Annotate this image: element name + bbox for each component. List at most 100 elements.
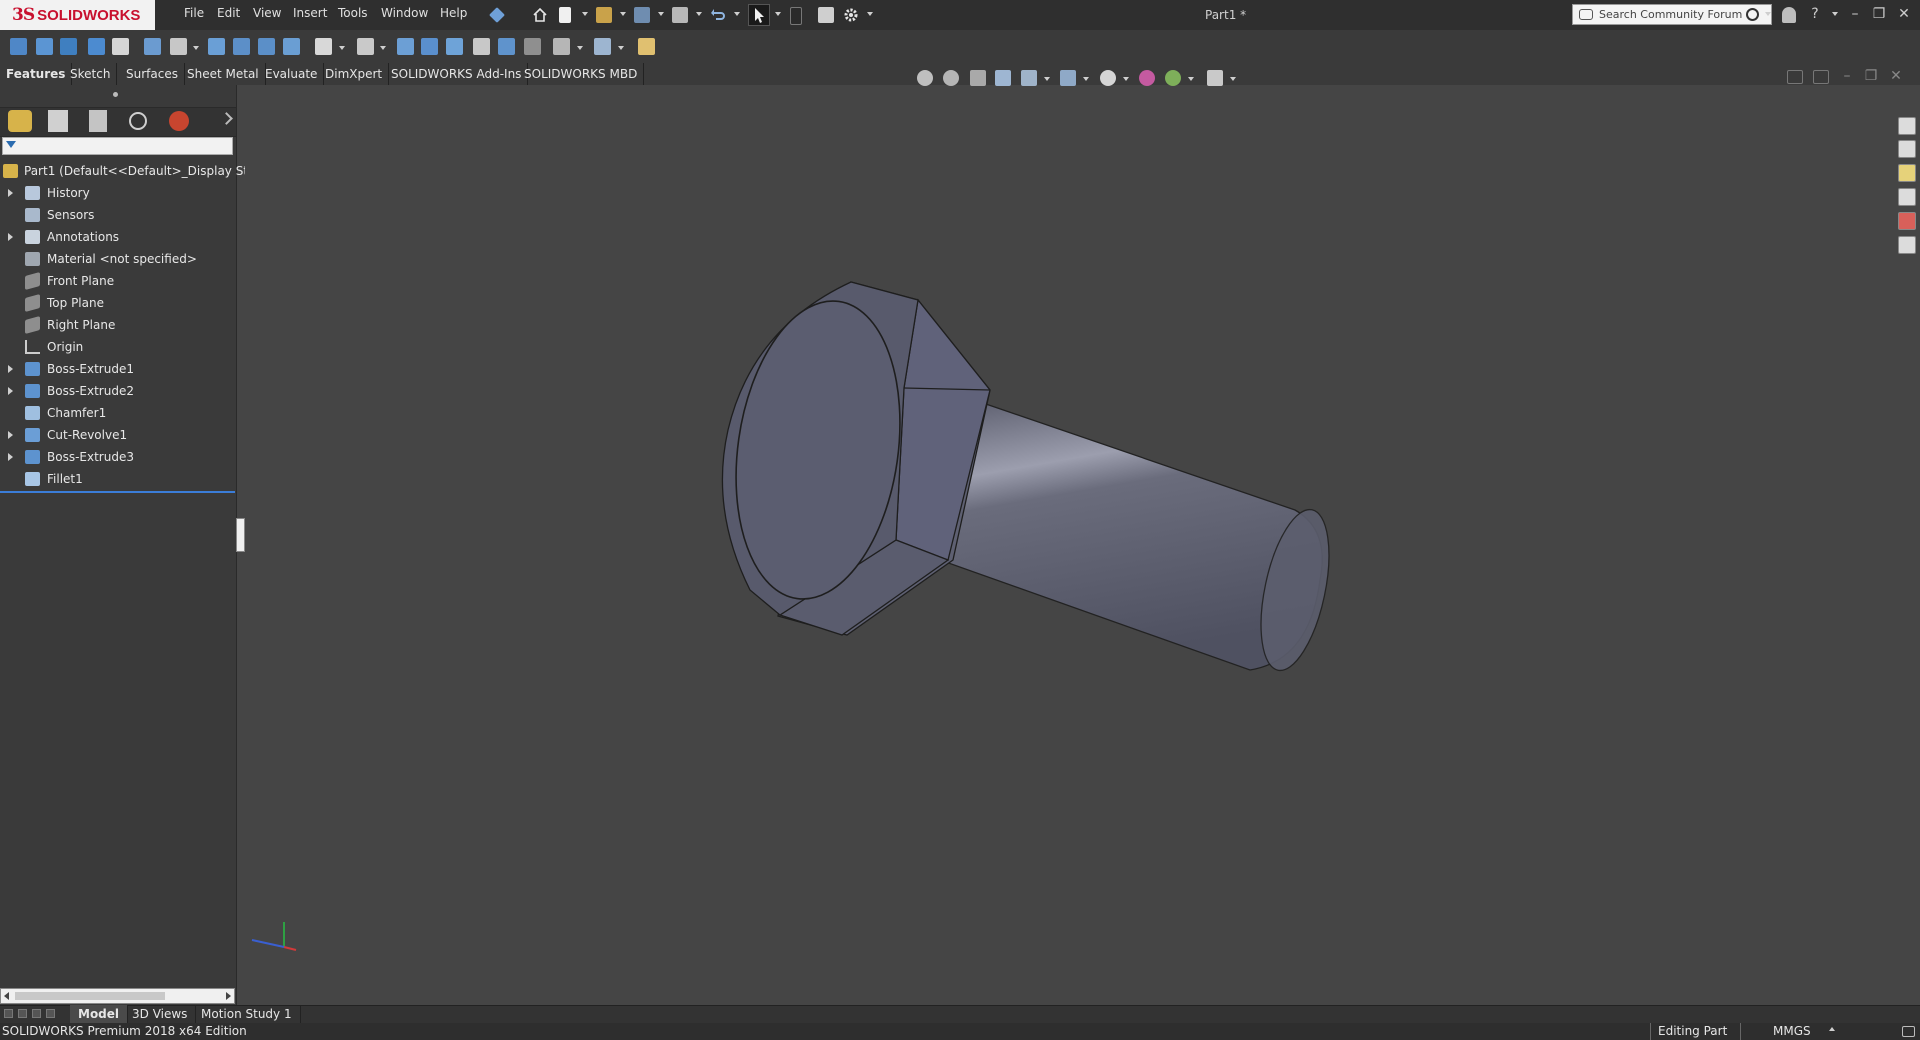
tab-solidworks-mbd[interactable]: SOLIDWORKS MBD — [518, 63, 645, 85]
swept-cut-icon[interactable] — [233, 38, 250, 55]
scroll-left-icon[interactable] — [4, 992, 9, 1000]
search-community-forum[interactable]: Search Community Forum — [1572, 4, 1772, 25]
shell-icon[interactable] — [498, 38, 515, 55]
display-style-dropdown-icon[interactable] — [1083, 77, 1089, 81]
status-units[interactable]: MMGS — [1773, 1023, 1811, 1040]
tree-item-right-plane[interactable]: Right Plane — [0, 314, 236, 336]
reference-geometry-icon[interactable] — [553, 38, 570, 55]
view-orientation-dropdown-icon[interactable] — [1044, 77, 1050, 81]
help-icon[interactable]: ? — [1806, 6, 1824, 22]
scene-dropdown-icon[interactable] — [1188, 77, 1194, 81]
open-dropdown-icon[interactable] — [620, 12, 626, 16]
file-explorer-icon[interactable] — [1898, 164, 1916, 182]
help-dropdown-icon[interactable] — [1832, 12, 1838, 16]
feature-tree-filter[interactable] — [2, 137, 233, 155]
print-dropdown-icon[interactable] — [696, 12, 702, 16]
tree-item-chamfer1[interactable]: Chamfer1 — [0, 402, 236, 424]
expand-arrow-icon[interactable] — [8, 233, 13, 241]
hide-show-items-icon[interactable] — [1100, 70, 1116, 86]
tab-evaluate[interactable]: Evaluate — [259, 63, 325, 85]
property-manager-tab-icon[interactable] — [48, 110, 68, 132]
expand-arrow-icon[interactable] — [8, 365, 13, 373]
expand-arrow-icon[interactable] — [8, 431, 13, 439]
search-input[interactable]: Search Community Forum — [1599, 8, 1746, 21]
viewport-restore-icon[interactable]: ❐ — [1862, 68, 1880, 84]
panel-horizontal-scrollbar[interactable] — [0, 988, 235, 1004]
view-settings-dropdown-icon[interactable] — [1230, 77, 1236, 81]
apply-scene-icon[interactable] — [1165, 70, 1181, 86]
tab-sheet-metal[interactable]: Sheet Metal — [181, 63, 266, 85]
tree-item-history[interactable]: History — [0, 182, 236, 204]
rebuild-traffic-light-icon[interactable] — [790, 7, 802, 25]
tab-features[interactable]: Features — [0, 63, 73, 85]
linear-pattern-icon[interactable] — [357, 38, 374, 55]
minimize-icon[interactable]: – — [1846, 6, 1864, 22]
display-style-icon[interactable] — [1060, 70, 1076, 86]
tree-root-part[interactable]: Part1 (Default<<Default>_Display State — [0, 160, 268, 182]
home-icon[interactable] — [532, 7, 548, 23]
file-properties-icon[interactable] — [818, 7, 834, 23]
view-settings-icon[interactable] — [1207, 70, 1223, 86]
curves-dropdown-icon[interactable] — [618, 46, 624, 50]
menu-insert[interactable]: Insert — [293, 6, 327, 24]
options-gear-icon[interactable] — [843, 7, 859, 23]
tab-sketch[interactable]: Sketch — [64, 63, 118, 85]
tree-item-sensors[interactable]: Sensors — [0, 204, 236, 226]
tab-nav-prev-icon[interactable] — [18, 1009, 27, 1018]
revolved-cut-icon[interactable] — [208, 38, 225, 55]
tree-item-boss-extrude1[interactable]: Boss-Extrude1 — [0, 358, 236, 380]
tree-item-boss-extrude3[interactable]: Boss-Extrude3 — [0, 446, 236, 468]
viewport-close-icon[interactable]: ✕ — [1887, 68, 1905, 84]
view-orientation-icon[interactable] — [1021, 70, 1037, 86]
menu-tools[interactable]: Tools — [338, 6, 368, 24]
options-dropdown-icon[interactable] — [867, 12, 873, 16]
boundary-boss-icon[interactable] — [112, 38, 129, 55]
open-folder-icon[interactable] — [596, 7, 612, 23]
fillet-dropdown-icon[interactable] — [339, 46, 345, 50]
tree-item-cut-revolve1[interactable]: Cut-Revolve1 — [0, 424, 236, 446]
viewport-split-icon[interactable] — [1813, 70, 1829, 84]
extruded-cut-icon[interactable] — [144, 38, 161, 55]
tree-item-top-plane[interactable]: Top Plane — [0, 292, 236, 314]
menu-window[interactable]: Window — [381, 6, 428, 24]
panel-collapse-handle[interactable] — [236, 518, 245, 552]
tree-item-material[interactable]: Material <not specified> — [0, 248, 236, 270]
zoom-to-fit-icon[interactable] — [917, 70, 933, 86]
feature-manager-tab-icon[interactable] — [8, 110, 32, 132]
panel-splitter-handle[interactable] — [113, 92, 118, 97]
hide-show-dropdown-icon[interactable] — [1123, 77, 1129, 81]
new-document-icon[interactable] — [559, 7, 571, 23]
edit-appearance-icon[interactable] — [1139, 70, 1155, 86]
fillet-icon[interactable] — [315, 38, 332, 55]
tab-3d-views[interactable]: 3D Views — [124, 1005, 197, 1023]
appearances-scenes-icon[interactable] — [1898, 212, 1916, 230]
status-chat-icon[interactable] — [1902, 1026, 1915, 1037]
intersect-icon[interactable] — [473, 38, 490, 55]
reference-dropdown-icon[interactable] — [577, 46, 583, 50]
menu-help[interactable]: Help — [440, 6, 467, 24]
select-tool-button[interactable] — [748, 4, 770, 26]
tree-item-front-plane[interactable]: Front Plane — [0, 270, 236, 292]
units-dropdown-icon[interactable] — [1829, 1027, 1835, 1031]
menu-edit[interactable]: Edit — [217, 6, 240, 24]
menu-file[interactable]: File — [184, 6, 204, 24]
new-dropdown-icon[interactable] — [582, 12, 588, 16]
scroll-right-icon[interactable] — [226, 992, 231, 1000]
rib-icon[interactable] — [397, 38, 414, 55]
solidworks-logo[interactable]: 3S SOLIDWORKS — [0, 0, 155, 30]
section-view-icon[interactable] — [995, 70, 1011, 86]
tab-nav-first-icon[interactable] — [4, 1009, 13, 1018]
previous-view-icon[interactable] — [970, 70, 986, 86]
hole-dropdown-icon[interactable] — [193, 46, 199, 50]
tab-surfaces[interactable]: Surfaces — [120, 63, 185, 85]
extruded-boss-icon[interactable] — [10, 38, 27, 55]
dimxpert-manager-tab-icon[interactable] — [129, 112, 147, 130]
close-icon[interactable]: ✕ — [1895, 6, 1913, 22]
search-icon[interactable] — [1746, 8, 1759, 21]
display-manager-tab-icon[interactable] — [169, 111, 189, 131]
rollback-bar[interactable] — [0, 491, 235, 493]
solidworks-resources-icon[interactable] — [1898, 117, 1916, 135]
tab-dimxpert[interactable]: DimXpert — [319, 63, 390, 85]
bolt-3d-model[interactable] — [690, 270, 1340, 690]
design-library-icon[interactable] — [1898, 140, 1916, 158]
